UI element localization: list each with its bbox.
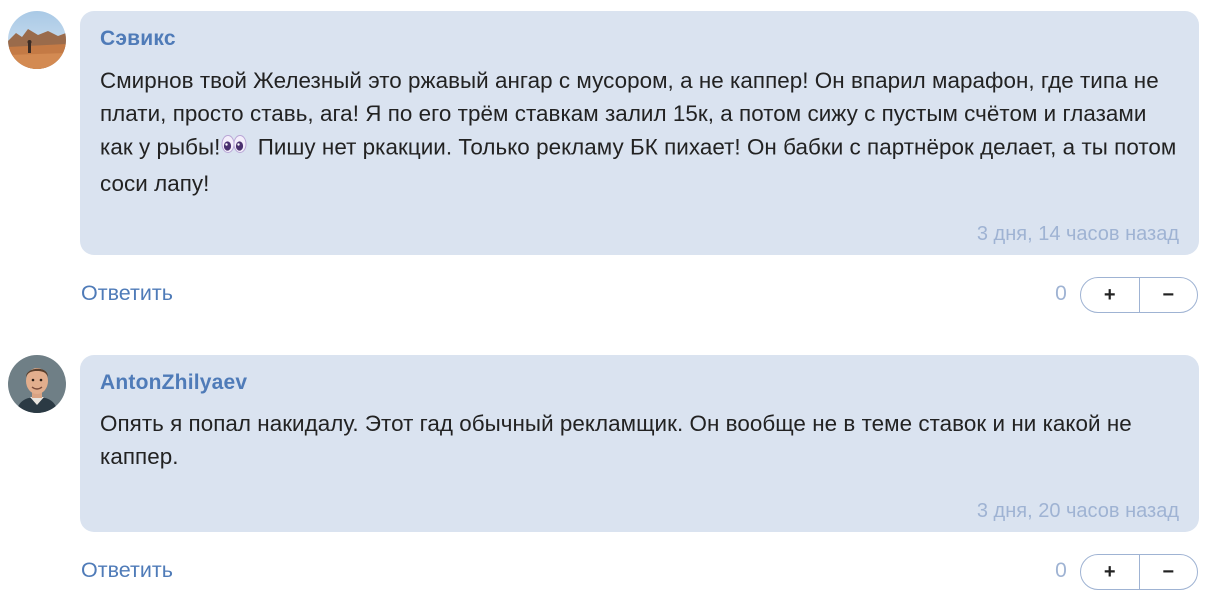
comment-bubble: Сэвикс Смирнов твой Железный это ржавый … <box>80 11 1199 255</box>
man-portrait-avatar-icon <box>8 355 66 413</box>
downvote-button[interactable]: − <box>1140 278 1198 312</box>
user-avatar[interactable] <box>8 11 66 69</box>
comment-author[interactable]: Сэвикс <box>100 27 176 51</box>
reply-button[interactable]: Ответить <box>81 281 173 306</box>
comment-timestamp[interactable]: 3 дня, 20 часов назад <box>977 500 1179 523</box>
comment-text-part: Пишу нет ркакции. Только рекламу БК пиха… <box>100 134 1177 196</box>
comment-timestamp[interactable]: 3 дня, 14 часов назад <box>977 223 1179 246</box>
vote-buttons: + − <box>1080 277 1198 313</box>
comment-bubble: AntonZhilyaev Опять я попал накидалу. Эт… <box>80 355 1199 532</box>
vote-score: 0 <box>1055 282 1067 305</box>
downvote-button[interactable]: − <box>1140 555 1198 589</box>
comment-author[interactable]: AntonZhilyaev <box>100 371 247 395</box>
vote-buttons: + − <box>1080 554 1198 590</box>
reply-button[interactable]: Ответить <box>81 558 173 583</box>
comment-text: Смирнов твой Железный это ржавый ангар с… <box>100 64 1179 200</box>
desert-landscape-avatar-icon <box>8 11 66 69</box>
comment-text: Опять я попал накидалу. Этот гад обычный… <box>100 411 1132 469</box>
vote-score: 0 <box>1055 559 1067 582</box>
upvote-button[interactable]: + <box>1081 555 1140 589</box>
upvote-button[interactable]: + <box>1081 278 1140 312</box>
eyes-emoji-icon <box>221 130 247 163</box>
user-avatar[interactable] <box>8 355 66 413</box>
